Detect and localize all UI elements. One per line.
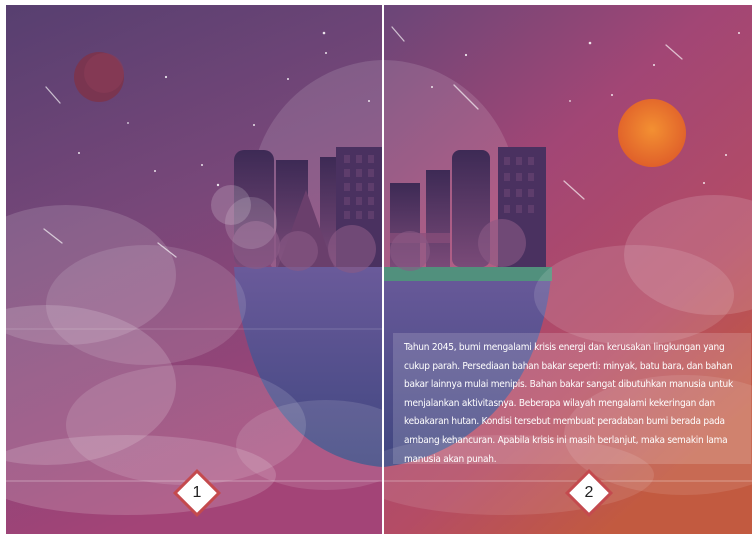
page-number-badge-1: 1 (177, 473, 217, 513)
page-1-illustration (6, 5, 382, 534)
page-1 (6, 5, 382, 534)
story-text-box: Tahun 2045, bumi mengalami krisis energi… (393, 333, 751, 465)
page-number: 1 (192, 484, 202, 501)
sun-icon (618, 99, 686, 167)
page-number-badge-2: 2 (569, 473, 609, 513)
page-number: 2 (584, 484, 594, 501)
book-spread: Tahun 2045, bumi mengalami krisis energi… (6, 5, 752, 534)
story-paragraph: Tahun 2045, bumi mengalami krisis energi… (404, 342, 733, 465)
